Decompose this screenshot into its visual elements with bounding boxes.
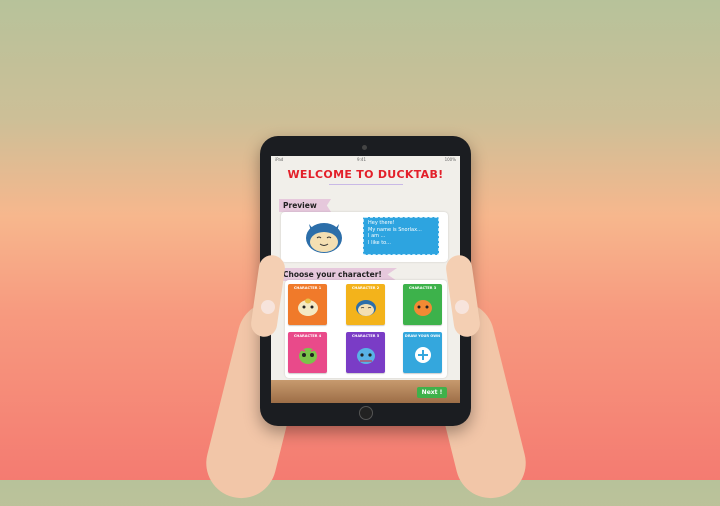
character-label: CHARACTER 5 xyxy=(351,334,380,338)
character-card-1[interactable]: CHARACTER 1 xyxy=(288,284,327,325)
totodile-face-icon xyxy=(357,348,375,364)
snorlax-avatar-icon xyxy=(306,223,342,253)
status-time: 9:41 xyxy=(357,157,366,162)
home-button[interactable] xyxy=(359,406,373,420)
character-card-4[interactable]: CHARACTER 4 xyxy=(288,332,327,373)
page-title: WELCOME TO DUCKTAB! xyxy=(287,168,444,181)
character-label: CHARACTER 2 xyxy=(351,286,380,290)
status-bar: iPad 9:41 100% xyxy=(275,157,456,164)
right-nail xyxy=(455,300,469,314)
status-left: iPad xyxy=(275,157,284,162)
character-card-3[interactable]: CHARACTER 3 xyxy=(403,284,442,325)
character-label: DRAW YOUR OWN xyxy=(404,334,441,338)
tablet: iPad 9:41 100% WELCOME TO DUCKTAB! Previ… xyxy=(260,136,471,426)
preview-panel: Hey there! My name is Snorlax... I am ..… xyxy=(281,212,448,262)
charmander-face-icon xyxy=(414,300,432,316)
snorlax-face-icon xyxy=(356,300,376,316)
speech-bubble: Hey there! My name is Snorlax... I am ..… xyxy=(363,217,439,255)
character-grid: CHARACTER 1 CHARACTER 2 CHARACTER 3 CHAR… xyxy=(285,280,447,378)
speech-line: I like to... xyxy=(368,239,391,246)
character-label: CHARACTER 1 xyxy=(293,286,322,290)
character-label: CHARACTER 4 xyxy=(293,334,322,338)
left-nail xyxy=(261,300,275,314)
character-label: CHARACTER 3 xyxy=(408,286,437,290)
caterpie-face-icon xyxy=(299,348,317,364)
camera xyxy=(362,145,367,150)
draw-your-own-card[interactable]: DRAW YOUR OWN xyxy=(403,332,442,373)
preview-heading: Preview xyxy=(279,199,331,212)
character-card-2[interactable]: CHARACTER 2 xyxy=(346,284,385,325)
next-button[interactable]: Next ! xyxy=(417,387,447,398)
character-card-5[interactable]: CHARACTER 5 xyxy=(346,332,385,373)
status-battery: 100% xyxy=(444,157,456,162)
screen: iPad 9:41 100% WELCOME TO DUCKTAB! Previ… xyxy=(271,156,460,403)
title-underline xyxy=(329,184,403,185)
plus-icon xyxy=(415,347,431,363)
meowth-face-icon xyxy=(298,298,318,316)
